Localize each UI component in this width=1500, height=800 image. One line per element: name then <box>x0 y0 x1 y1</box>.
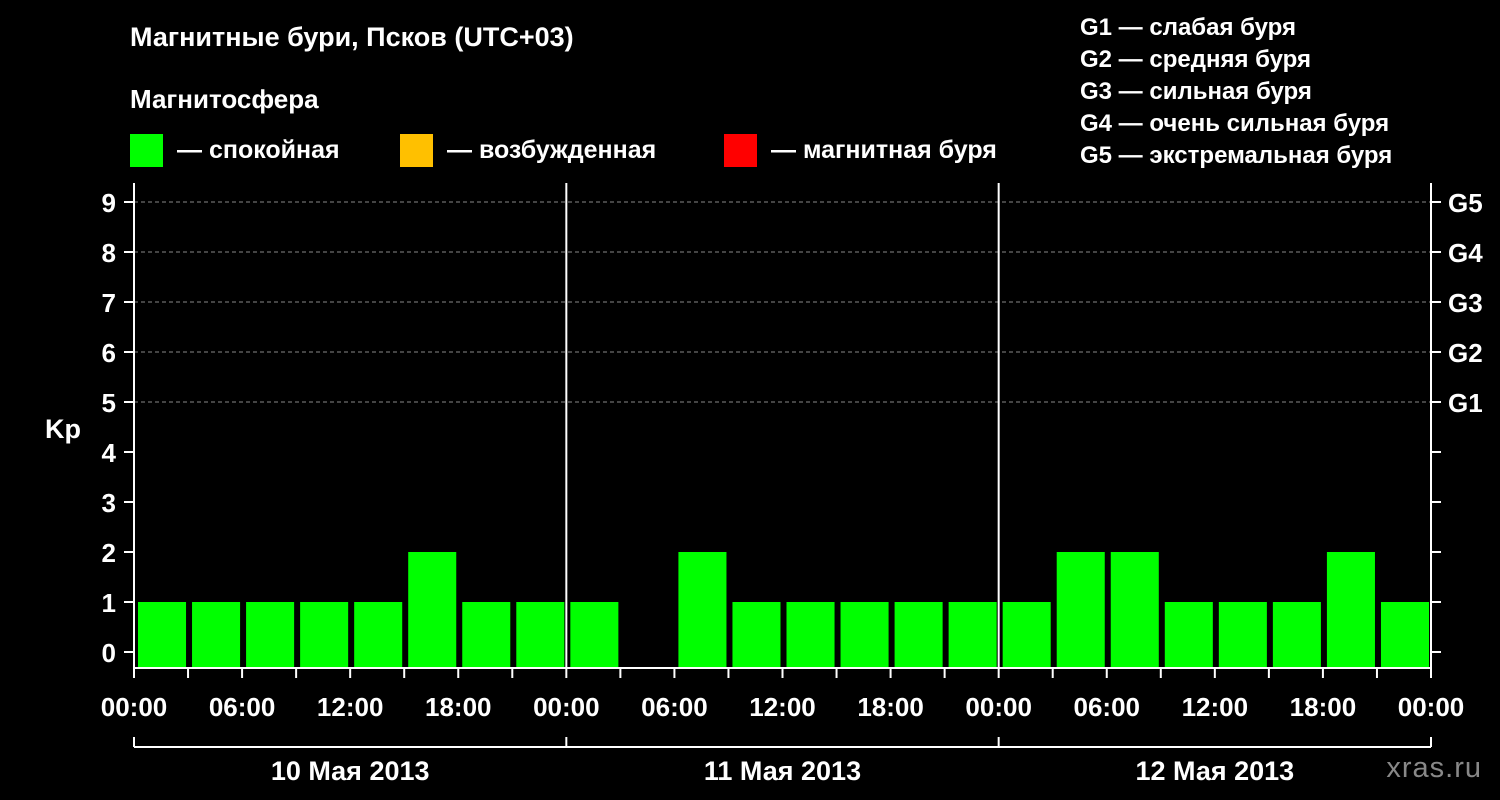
bar-3 <box>300 602 349 668</box>
bar-1 <box>192 602 241 668</box>
x-tick-label-6: 12:00 <box>749 692 816 722</box>
y-tick-label-7: 7 <box>102 288 116 318</box>
bar-4 <box>354 602 403 668</box>
x-tick-label-11: 18:00 <box>1290 692 1357 722</box>
bar-16 <box>1002 602 1051 668</box>
bar-0 <box>138 602 187 668</box>
g-label-g5: G5 <box>1448 188 1483 218</box>
x-tick-label-10: 12:00 <box>1182 692 1249 722</box>
bar-2 <box>246 602 295 668</box>
y-tick-label-1: 1 <box>102 588 116 618</box>
x-tick-label-0: 00:00 <box>101 692 168 722</box>
bar-11 <box>732 602 781 668</box>
x-tick-label-4: 00:00 <box>533 692 600 722</box>
bar-19 <box>1164 602 1213 668</box>
kp-bar-chart: Kp 0 1 2 3 4 5 6 7 8 9 G1 G2 G3 G4 G5 00:00 06:00 12:00 18… <box>45 183 1483 786</box>
day-label-1: 11 Мая 2013 <box>704 756 861 786</box>
y-axis-label: Kp <box>45 414 81 444</box>
x-tick-label-5: 06:00 <box>641 692 708 722</box>
bar-7 <box>516 602 565 668</box>
g-label-g4: G4 <box>1448 238 1483 268</box>
y-tick-label-9: 9 <box>102 188 116 218</box>
y-tick-label-2: 2 <box>102 538 116 568</box>
y-tick-label-5: 5 <box>102 388 116 418</box>
y-tick-label-4: 4 <box>102 438 117 468</box>
bar-18 <box>1110 552 1159 668</box>
bar-17 <box>1056 552 1105 668</box>
bar-5 <box>408 552 457 668</box>
bar-21 <box>1272 602 1321 668</box>
bar-12 <box>786 602 835 668</box>
bar-23 <box>1380 602 1429 668</box>
bar-6 <box>462 602 511 668</box>
x-tick-label-3: 18:00 <box>425 692 492 722</box>
x-tick-label-8: 00:00 <box>965 692 1032 722</box>
bar-13 <box>840 602 889 668</box>
day-label-0: 10 Мая 2013 <box>271 756 430 786</box>
g-label-g1: G1 <box>1448 388 1483 418</box>
bar-8 <box>570 602 619 668</box>
x-tick-label-9: 06:00 <box>1074 692 1141 722</box>
x-tick-label-7: 18:00 <box>857 692 924 722</box>
y-tick-label-6: 6 <box>102 338 116 368</box>
g-label-g2: G2 <box>1448 338 1483 368</box>
y-tick-label-0: 0 <box>102 638 116 668</box>
x-tick-label-1: 06:00 <box>209 692 276 722</box>
y-tick-label-3: 3 <box>102 488 116 518</box>
g-label-g3: G3 <box>1448 288 1483 318</box>
x-tick-label-12: 00:00 <box>1398 692 1465 722</box>
bar-10 <box>678 552 727 668</box>
y-tick-label-8: 8 <box>102 238 116 268</box>
bar-15 <box>948 602 997 668</box>
bar-14 <box>894 602 943 668</box>
bar-22 <box>1326 552 1375 668</box>
bar-20 <box>1218 602 1267 668</box>
x-tick-label-2: 12:00 <box>317 692 384 722</box>
day-label-2: 12 Мая 2013 <box>1135 756 1294 786</box>
watermark: xras.ru <box>1386 752 1482 784</box>
